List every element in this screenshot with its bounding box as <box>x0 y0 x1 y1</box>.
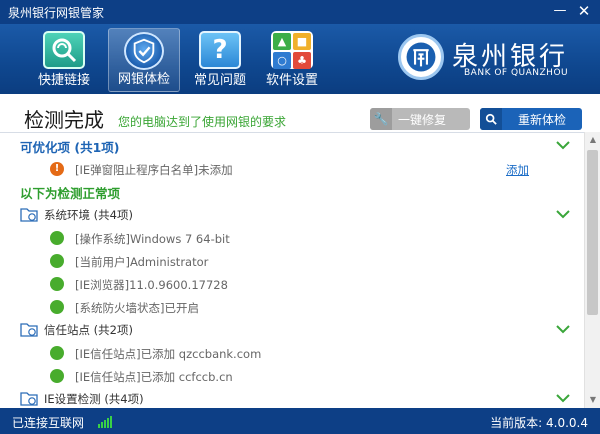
recheck-button-label: 重新体检 <box>518 113 567 127</box>
list-item: ! [IE弹窗阻止程序白名单]未添加 添加 <box>0 158 584 181</box>
one-click-repair-button[interactable]: 🔧 一键修复 <box>370 108 470 130</box>
square-icon: ■ <box>293 33 311 50</box>
add-link[interactable]: 添加 <box>506 162 529 178</box>
category-system-env[interactable]: 系统环境 (共4项) <box>0 204 584 227</box>
chevron-down-icon[interactable] <box>555 391 571 405</box>
scroll-thumb[interactable] <box>587 150 598 315</box>
wrench-icon: 🔧 <box>370 108 392 130</box>
nav-label: 常见问题 <box>193 73 246 88</box>
item-text: [操作系统]Windows 7 64-bit <box>75 232 230 246</box>
list-item: [IE信任站点]已添加 ccfccb.cn <box>0 365 584 388</box>
nav-label: 快捷链接 <box>37 73 90 88</box>
result-bar: 检测完成 您的电脑达到了使用网银的要求 🔧 一键修复 重新体检 <box>0 94 600 132</box>
check-ok-icon <box>50 300 64 314</box>
item-text: [系统防火墙状态]已开启 <box>75 301 199 315</box>
list-item: [当前用户]Administrator <box>0 250 584 273</box>
search-icon <box>480 108 502 130</box>
triangle-icon: ▲ <box>273 33 291 50</box>
check-ok-icon <box>50 346 64 360</box>
list-item: [IE浏览器]11.0.9600.17728 <box>0 273 584 296</box>
category-ie-settings[interactable]: IE设置检测 (共4项) <box>0 388 584 408</box>
question-icon: ? <box>199 31 241 69</box>
vertical-scrollbar[interactable]: ▲ ▼ <box>584 132 600 408</box>
item-text: [IE信任站点]已添加 ccfccb.cn <box>75 370 233 384</box>
nav-bank-checkup[interactable]: 网银体检 <box>108 28 180 92</box>
check-ok-icon <box>50 231 64 245</box>
list-item: [IE信任站点]已添加 qzccbank.com <box>0 342 584 365</box>
chevron-down-icon[interactable] <box>555 322 571 336</box>
close-button[interactable]: ✕ <box>576 3 592 19</box>
result-message: 您的电脑达到了使用网银的要求 <box>118 115 287 129</box>
category-title: 系统环境 (共4项) <box>44 208 133 222</box>
settings-grid-icon: ▲ ■ ○ ♣ <box>271 31 313 69</box>
section-title: 可优化项 (共1项) <box>20 140 120 155</box>
section-title: 以下为检测正常项 <box>20 186 121 201</box>
status-bar: 已连接互联网 当前版本: 4.0.0.4 <box>0 408 600 434</box>
people-icon: ♣ <box>293 52 311 69</box>
bank-name-english: BANK OF QUANZHOU <box>464 68 569 78</box>
signal-icon <box>98 416 112 428</box>
title-bar: 泉州银行网银管家 — ✕ <box>0 0 600 24</box>
item-text: [当前用户]Administrator <box>75 255 209 269</box>
check-result-list: 可优化项 (共1项) ! [IE弹窗阻止程序白名单]未添加 添加 以下为检测正常… <box>0 132 584 408</box>
shield-check-icon <box>124 32 164 70</box>
version-text: 当前版本: 4.0.0.4 <box>490 416 588 430</box>
repair-button-label: 一键修复 <box>398 113 447 127</box>
check-ok-icon <box>50 254 64 268</box>
category-title: IE设置检测 (共4项) <box>44 392 144 406</box>
folder-clock-icon <box>20 392 38 406</box>
folder-clock-icon <box>20 208 38 222</box>
chevron-down-icon[interactable] <box>555 207 571 221</box>
category-trusted-sites[interactable]: 信任站点 (共2项) <box>0 319 584 342</box>
folder-clock-icon <box>20 323 38 337</box>
scroll-down-icon[interactable]: ▼ <box>585 392 600 408</box>
section-normal: 以下为检测正常项 <box>0 181 584 204</box>
nav-shortcut-links[interactable]: 快捷链接 <box>28 28 100 92</box>
list-item: [系统防火墙状态]已开启 <box>0 296 584 319</box>
nav-label: 软件设置 <box>265 73 318 88</box>
item-text: [IE弹窗阻止程序白名单]未添加 <box>75 163 233 177</box>
list-item: [操作系统]Windows 7 64-bit <box>0 227 584 250</box>
scroll-up-icon[interactable]: ▲ <box>585 132 600 148</box>
minimize-button[interactable]: — <box>552 3 568 19</box>
chevron-down-icon[interactable] <box>555 138 571 152</box>
nav-faq[interactable]: ? 常见问题 <box>184 28 256 92</box>
page-title: 检测完成 <box>24 108 104 132</box>
warning-icon: ! <box>50 162 64 176</box>
recheck-button[interactable]: 重新体检 <box>480 108 582 130</box>
category-title: 信任站点 (共2项) <box>44 323 133 337</box>
shortcut-link-icon <box>43 31 85 69</box>
header-nav: 快捷链接 网银体检 ? 常见问题 ▲ ■ ○ ♣ 软件设置 泉州银行 BANK … <box>0 24 600 94</box>
bank-logo-icon <box>398 34 444 80</box>
nav-settings[interactable]: ▲ ■ ○ ♣ 软件设置 <box>256 28 328 92</box>
window-title: 泉州银行网银管家 <box>8 6 105 20</box>
item-text: [IE信任站点]已添加 qzccbank.com <box>75 347 262 361</box>
section-optimizable[interactable]: 可优化项 (共1项) <box>0 135 584 158</box>
check-ok-icon <box>50 277 64 291</box>
circle-icon: ○ <box>273 52 291 69</box>
connection-status: 已连接互联网 <box>12 416 85 430</box>
bank-brand: 泉州银行 BANK OF QUANZHOU <box>398 28 588 90</box>
check-ok-icon <box>50 369 64 383</box>
item-text: [IE浏览器]11.0.9600.17728 <box>75 278 228 292</box>
nav-label: 网银体检 <box>117 72 170 87</box>
